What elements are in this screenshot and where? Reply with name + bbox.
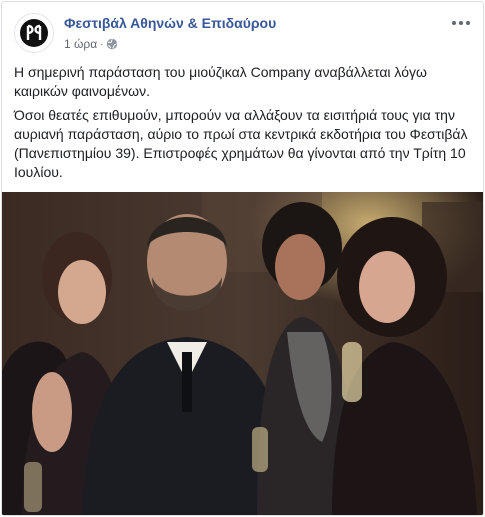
- globe-icon[interactable]: [106, 38, 118, 50]
- more-options-icon[interactable]: [451, 15, 471, 31]
- page-name-link[interactable]: Φεστιβάλ Αθηνών & Επιδαύρου: [64, 15, 276, 31]
- more-dot: [459, 21, 463, 25]
- facebook-post: Φεστιβάλ Αθηνών & Επιδαύρου 1 ώρα · Η ση…: [1, 1, 484, 516]
- cast-photo-image: [2, 192, 483, 515]
- more-dot: [452, 21, 456, 25]
- post-photo[interactable]: [2, 192, 483, 515]
- post-header: Φεστιβάλ Αθηνών & Επιδαύρου 1 ώρα ·: [14, 13, 471, 55]
- post-paragraph: Όσοι θεατές επιθυμούν, μπορούν να αλλάξο…: [14, 107, 468, 180]
- post-paragraph: Η σημερινή παράσταση του μιούζικαλ Compa…: [14, 64, 427, 99]
- meta-separator: ·: [100, 38, 104, 50]
- post-text: Η σημερινή παράσταση του μιούζικαλ Compa…: [14, 63, 471, 187]
- page-avatar[interactable]: [14, 13, 54, 53]
- more-dot: [466, 21, 470, 25]
- post-meta: 1 ώρα ·: [64, 37, 118, 51]
- post-timestamp[interactable]: 1 ώρα: [64, 37, 97, 51]
- festival-logo-icon: [20, 19, 48, 47]
